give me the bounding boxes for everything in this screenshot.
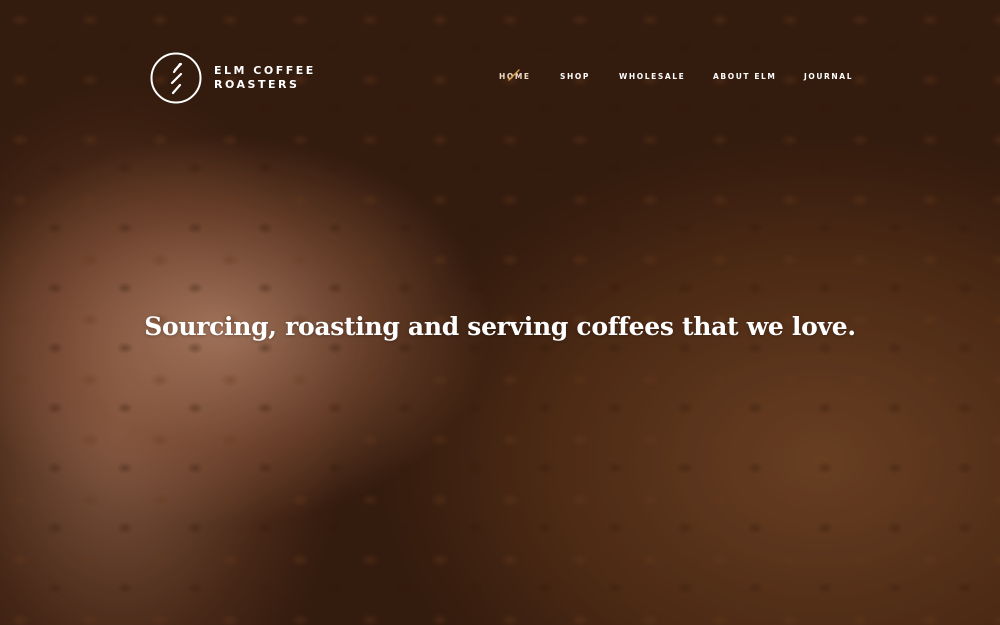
- nav-item-wholesale[interactable]: WHOLESALE: [619, 72, 685, 81]
- nav-item-label: JOURNAL: [804, 72, 854, 81]
- nav-item-about-elm[interactable]: ABOUT ELM: [713, 72, 776, 81]
- nav-item-label: ABOUT ELM: [713, 72, 777, 81]
- nav-item-label: WHOLESALE: [619, 72, 686, 81]
- nav-item-label: SHOP: [560, 72, 590, 81]
- active-slash-icon: [508, 69, 520, 81]
- hero-headline: Sourcing, roasting and serving coffees t…: [144, 311, 856, 341]
- hero-background-image: ELM COFFEE ROASTERS HOME SHOP WHOLESALE …: [0, 0, 1000, 625]
- nav-item-shop[interactable]: SHOP: [560, 72, 590, 81]
- main-nav: HOME SHOP WHOLESALE ABOUT ELM JOURNAL: [0, 69, 1000, 86]
- nav-item-journal[interactable]: JOURNAL: [804, 72, 853, 81]
- site-header: ELM COFFEE ROASTERS HOME SHOP WHOLESALE …: [0, 0, 1000, 160]
- nav-item-home[interactable]: HOME: [499, 69, 531, 81]
